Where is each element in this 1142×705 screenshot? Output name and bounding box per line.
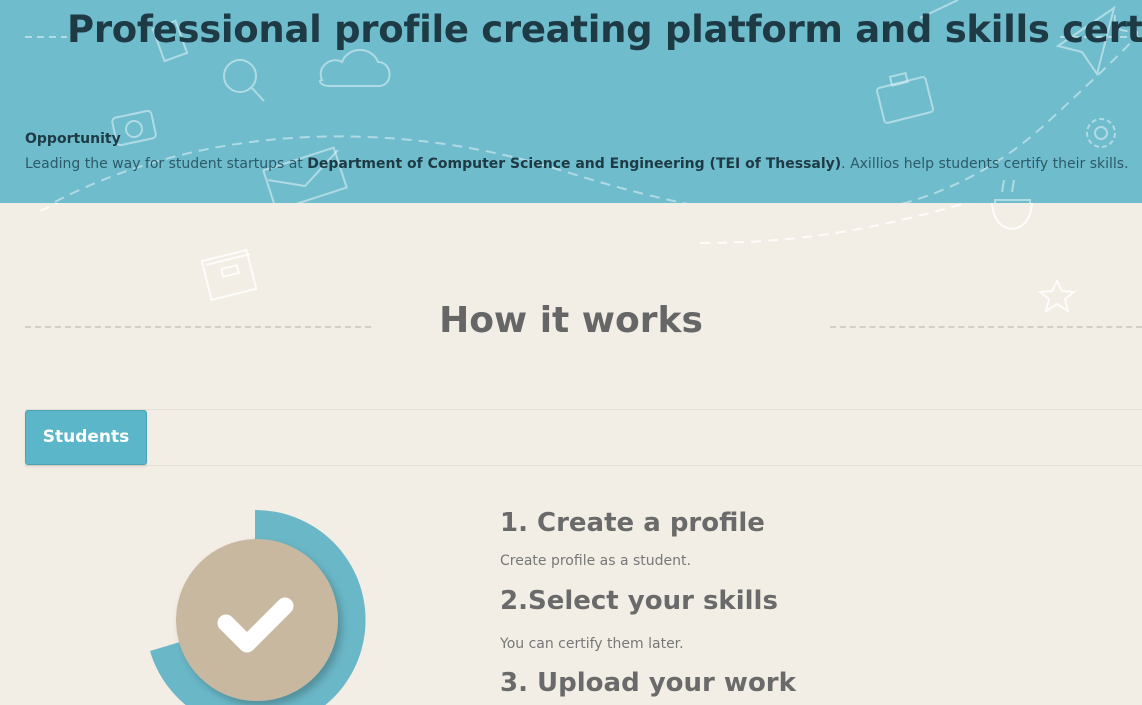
coffee-cup-icon [994,179,1031,203]
cloud-icon [319,49,391,87]
box-icon [200,248,258,302]
tab-students[interactable]: Students [25,410,147,465]
coffee-cup-icon-lower [991,203,1033,230]
opportunity-text-before: Leading the way for student startups at [25,156,308,172]
briefcase-icon [876,71,934,124]
opportunity-department: Department of Computer Science and Engin… [307,156,842,172]
step-1-desc: Create profile as a student. [500,553,691,569]
section-title: How it works [439,300,703,341]
opportunity-text: Leading the way for student startups at … [25,156,1129,172]
page-title: Professional profile creating platform a… [67,8,1142,51]
progress-circle [176,539,338,701]
step-2-title: 2.Select your skills [500,586,778,616]
hero-banner: Professional profile creating platform a… [0,0,1142,203]
audience-tabs: Students [25,409,1142,466]
step-2-desc: You can certify them later. [500,636,684,652]
gear-icon [1086,118,1116,148]
step-3-title: 3. Upload your work [500,668,796,698]
opportunity-label: Opportunity [25,131,121,147]
section-divider-right [830,326,1142,328]
step-1-title: 1. Create a profile [500,508,765,538]
magnifier-icon [223,59,265,102]
profile-progress-icon [150,509,366,705]
opportunity-text-after: . Axillios help students certify their s… [841,156,1129,172]
